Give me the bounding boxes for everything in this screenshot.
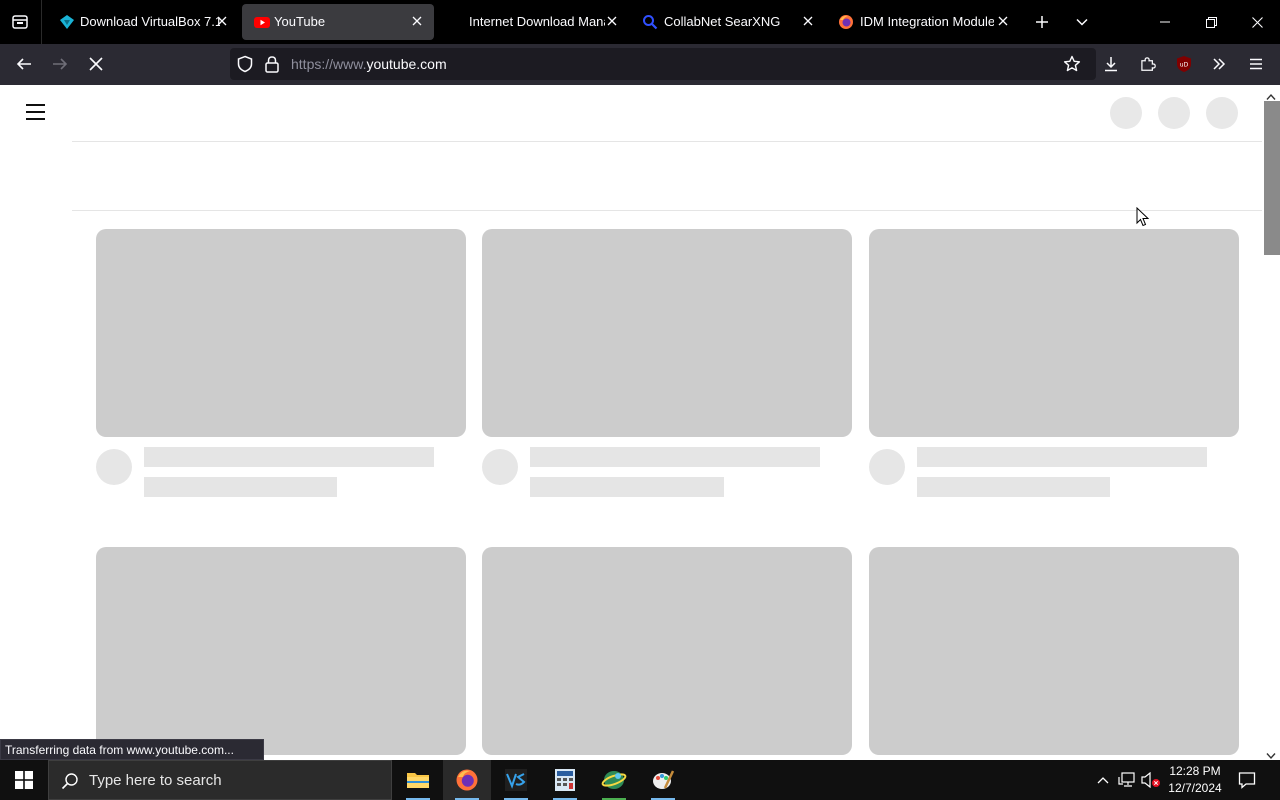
page-scrollbar[interactable] bbox=[1262, 85, 1280, 760]
new-tab-plus-icon[interactable] bbox=[1030, 10, 1054, 34]
clock-time: 12:28 PM bbox=[1169, 764, 1221, 778]
youtube-page-skeleton bbox=[0, 85, 1262, 760]
url-domain: youtube.com bbox=[366, 56, 447, 72]
close-window-icon[interactable] bbox=[1234, 0, 1280, 44]
tab-strip: Download VirtualBox 7.1.4 YouTube Intern… bbox=[0, 0, 1280, 44]
mouse-cursor-icon bbox=[1136, 206, 1150, 232]
firefox-icon bbox=[838, 14, 854, 30]
back-arrow-icon[interactable] bbox=[12, 52, 36, 76]
more-tools-chevrons-icon[interactable] bbox=[1207, 52, 1231, 76]
file-explorer-icon[interactable] bbox=[394, 760, 442, 800]
tab-title: CollabNet SearXNG bbox=[664, 14, 781, 29]
skeleton-title-line bbox=[530, 447, 820, 467]
close-tab-icon[interactable] bbox=[995, 13, 1011, 29]
skeleton-title-line bbox=[917, 447, 1207, 467]
bookmark-star-icon[interactable] bbox=[1063, 55, 1081, 78]
search-icon bbox=[61, 772, 79, 795]
tab-youtube[interactable]: YouTube bbox=[242, 4, 434, 40]
skeleton-meta-line bbox=[530, 477, 724, 497]
stop-loading-icon[interactable] bbox=[84, 52, 108, 76]
virtualbox-download-icon bbox=[59, 14, 75, 30]
volume-muted-icon[interactable] bbox=[1141, 770, 1161, 790]
close-tab-icon[interactable] bbox=[409, 13, 425, 29]
skeleton-header-button bbox=[1110, 97, 1142, 129]
ublock-origin-icon[interactable]: uD bbox=[1172, 52, 1196, 76]
header-divider bbox=[72, 141, 1262, 142]
windows-start-icon[interactable] bbox=[0, 760, 48, 800]
close-tab-icon[interactable] bbox=[214, 13, 230, 29]
tab-separator bbox=[41, 0, 42, 44]
green-globe-app-icon[interactable] bbox=[590, 760, 638, 800]
restore-icon[interactable] bbox=[1188, 0, 1234, 44]
skeleton-video-thumbnail bbox=[482, 229, 852, 437]
windows-taskbar: Type here to search 12:28 PM 12/7/2024 bbox=[0, 760, 1280, 800]
downloads-icon[interactable] bbox=[1099, 52, 1123, 76]
visual-studio-icon[interactable] bbox=[492, 760, 540, 800]
notifications-icon[interactable] bbox=[1237, 770, 1257, 790]
paint-app-icon[interactable] bbox=[639, 760, 687, 800]
scrollbar-thumb[interactable] bbox=[1264, 101, 1280, 255]
skeleton-title-line bbox=[144, 447, 434, 467]
url-prefix: https://www. bbox=[291, 56, 367, 72]
skeleton-meta-line bbox=[144, 477, 337, 497]
calculator-app-icon[interactable] bbox=[541, 760, 589, 800]
firefox-view-icon[interactable] bbox=[8, 10, 32, 34]
skeleton-video-thumbnail bbox=[96, 547, 466, 755]
app-menu-hamburger-icon[interactable] bbox=[1244, 52, 1268, 76]
list-all-tabs-chevron-icon[interactable] bbox=[1070, 10, 1094, 34]
tab-title: YouTube bbox=[274, 14, 326, 29]
skeleton-avatar-button bbox=[1206, 97, 1238, 129]
tab-idm-integration[interactable]: IDM Integration Module - bbox=[832, 4, 1022, 40]
tracking-protection-shield-icon[interactable] bbox=[236, 55, 254, 78]
system-clock[interactable]: 12:28 PM 12/7/2024 bbox=[1160, 763, 1230, 797]
skeleton-video-thumbnail bbox=[869, 229, 1239, 437]
skeleton-meta-line bbox=[917, 477, 1110, 497]
tab-title: Download VirtualBox 7.1.4 bbox=[80, 14, 220, 29]
skeleton-channel-avatar bbox=[482, 449, 518, 485]
tab-virtualbox[interactable]: Download VirtualBox 7.1.4 bbox=[44, 4, 234, 40]
tab-collabnet-searxng[interactable]: CollabNet SearXNG bbox=[636, 4, 826, 40]
skeleton-channel-avatar bbox=[869, 449, 905, 485]
ublock-badge-text: uD bbox=[1180, 62, 1189, 69]
taskbar-search-box[interactable]: Type here to search bbox=[48, 760, 392, 800]
guide-menu-icon[interactable] bbox=[26, 104, 46, 120]
search-placeholder: Type here to search bbox=[89, 772, 222, 789]
skeleton-video-thumbnail bbox=[482, 547, 852, 755]
skeleton-video-thumbnail bbox=[96, 229, 466, 437]
extensions-puzzle-icon[interactable] bbox=[1136, 52, 1160, 76]
network-icon[interactable] bbox=[1117, 770, 1137, 790]
skeleton-video-thumbnail bbox=[869, 547, 1239, 755]
close-tab-icon[interactable] bbox=[604, 13, 620, 29]
skeleton-header-button bbox=[1158, 97, 1190, 129]
firefox-taskbar-icon[interactable] bbox=[443, 760, 491, 800]
tab-internet-download-manager[interactable]: Internet Download Manager bbox=[440, 4, 630, 40]
search-magnifier-icon bbox=[642, 14, 658, 30]
show-hidden-icons-chevron-icon[interactable] bbox=[1093, 770, 1113, 790]
url-bar[interactable]: https://www.youtube.com bbox=[230, 48, 1096, 80]
navigation-toolbar: https://www.youtube.com uD bbox=[0, 44, 1280, 85]
chips-divider bbox=[72, 210, 1262, 211]
close-tab-icon[interactable] bbox=[800, 13, 816, 29]
minimize-icon[interactable] bbox=[1142, 0, 1188, 44]
clock-date: 12/7/2024 bbox=[1168, 781, 1222, 795]
tab-title: Internet Download Manager bbox=[469, 14, 605, 29]
youtube-icon bbox=[254, 14, 270, 30]
lock-icon[interactable] bbox=[264, 55, 280, 78]
url-text[interactable]: https://www.youtube.com bbox=[291, 56, 447, 72]
skeleton-channel-avatar bbox=[96, 449, 132, 485]
status-panel: Transferring data from www.youtube.com..… bbox=[0, 739, 264, 760]
forward-arrow-icon[interactable] bbox=[48, 52, 72, 76]
tab-title: IDM Integration Module - bbox=[860, 14, 994, 29]
